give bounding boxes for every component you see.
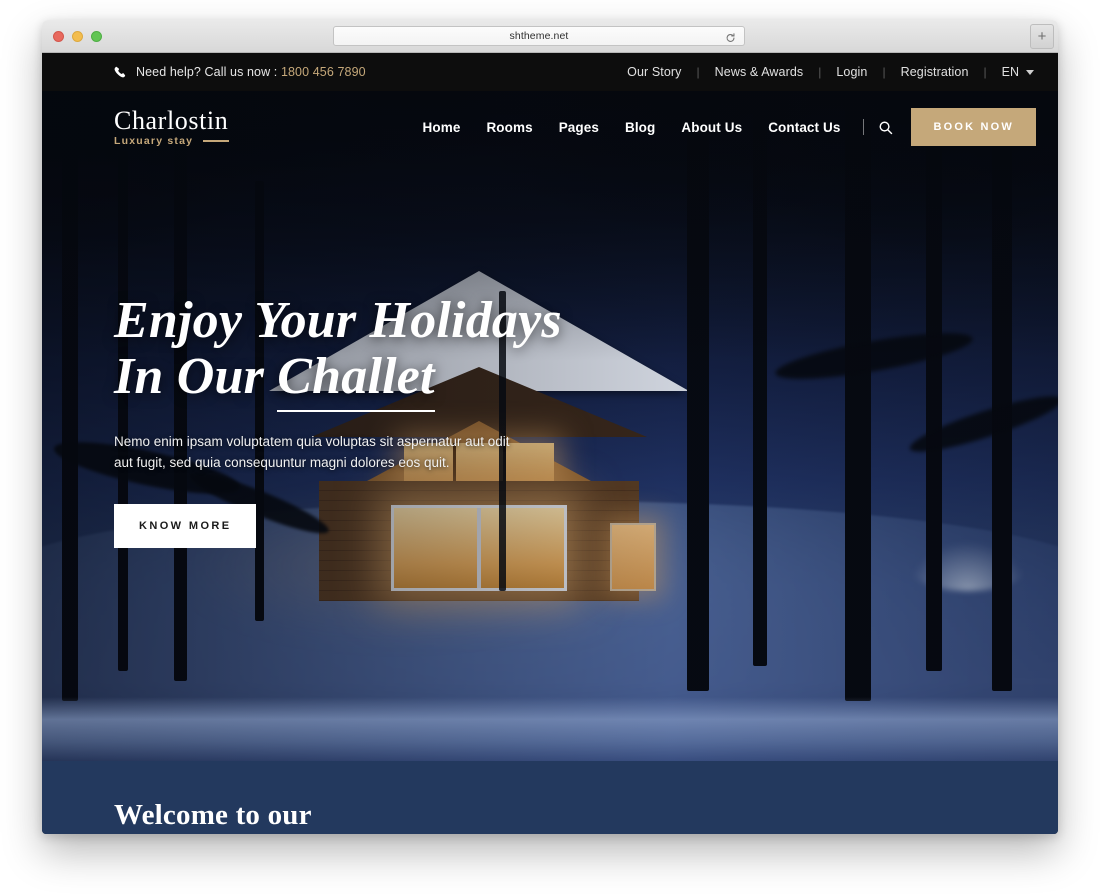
zoom-window-button[interactable] [91, 30, 102, 42]
book-now-button[interactable]: BOOK NOW [911, 108, 1036, 146]
nav-item-blog[interactable]: Blog [612, 120, 668, 135]
language-label: EN [1001, 65, 1019, 79]
logo-dash [203, 140, 230, 142]
new-tab-button[interactable]: + [1030, 24, 1054, 49]
hero-title: Enjoy Your Holidays In Our Challet [114, 292, 674, 412]
utility-topbar: Need help? Call us now : 1800 456 7890 O… [42, 53, 1058, 91]
help-label: Need help? Call us now : [136, 65, 281, 79]
hero-snow-band [42, 697, 1058, 761]
phone-icon [114, 66, 127, 79]
search-icon [878, 120, 893, 135]
nav-item-home[interactable]: Home [410, 120, 474, 135]
nav-item-pages[interactable]: Pages [546, 120, 612, 135]
nav-divider [863, 119, 865, 135]
hero-content: Enjoy Your Holidays In Our Challet Nemo … [114, 293, 674, 548]
contact-info: Need help? Call us now : 1800 456 7890 [114, 65, 366, 79]
welcome-title-line1: Welcome to our [114, 799, 312, 831]
language-selector[interactable]: EN [987, 65, 1036, 79]
topbar-link-news-awards[interactable]: News & Awards [700, 65, 819, 79]
help-text: Need help? Call us now : 1800 456 7890 [136, 65, 366, 79]
welcome-title-line2: Dream Challet [114, 831, 299, 834]
nav-item-about-us[interactable]: About Us [668, 120, 755, 135]
topbar-link-our-story[interactable]: Our Story [612, 65, 696, 79]
topbar-link-registration[interactable]: Registration [886, 65, 984, 79]
site-header: Charlostin Luxuary stay Home Rooms Pages… [42, 91, 1058, 163]
phone-number: 1800 456 7890 [280, 65, 366, 79]
chevron-down-icon [1026, 69, 1034, 75]
search-button[interactable] [874, 120, 905, 135]
minimize-window-button[interactable] [72, 30, 83, 42]
nav-item-contact-us[interactable]: Contact Us [755, 120, 853, 135]
url-text: shtheme.net [509, 30, 569, 42]
logo-tagline-row: Luxuary stay [114, 135, 230, 148]
logo-name: Charlostin [114, 105, 229, 135]
know-more-button[interactable]: KNOW MORE [114, 503, 257, 548]
utility-links: Our Story | News & Awards | Login | Regi… [612, 65, 1036, 79]
window-controls [53, 30, 102, 42]
hero-subtitle: Nemo enim ipsam voluptatem quia voluptas… [114, 434, 510, 470]
address-bar[interactable]: shtheme.net [333, 26, 745, 46]
main-navigation: Home Rooms Pages Blog About Us Contact U… [410, 108, 1036, 146]
browser-window: shtheme.net + Need help? Call us now : 1… [42, 20, 1058, 834]
hero-title-line1: Enjoy Your Holidays [114, 292, 562, 349]
hero-title-line2-prefix: In Our [114, 347, 278, 405]
site-logo[interactable]: Charlostin Luxuary stay [114, 105, 230, 148]
reload-icon[interactable] [725, 31, 736, 42]
hero-title-line2-underlined: Challet [277, 347, 435, 412]
welcome-title: Welcome to our Dream Challet [114, 799, 986, 834]
topbar-link-login[interactable]: Login [821, 65, 882, 79]
nav-item-rooms[interactable]: Rooms [473, 120, 545, 135]
browser-toolbar: shtheme.net + [42, 20, 1058, 53]
close-window-button[interactable] [53, 30, 64, 42]
page-viewport: Need help? Call us now : 1800 456 7890 O… [42, 53, 1058, 834]
logo-tagline: Luxuary stay [114, 135, 194, 148]
welcome-section: Welcome to our Dream Challet [42, 761, 1058, 834]
